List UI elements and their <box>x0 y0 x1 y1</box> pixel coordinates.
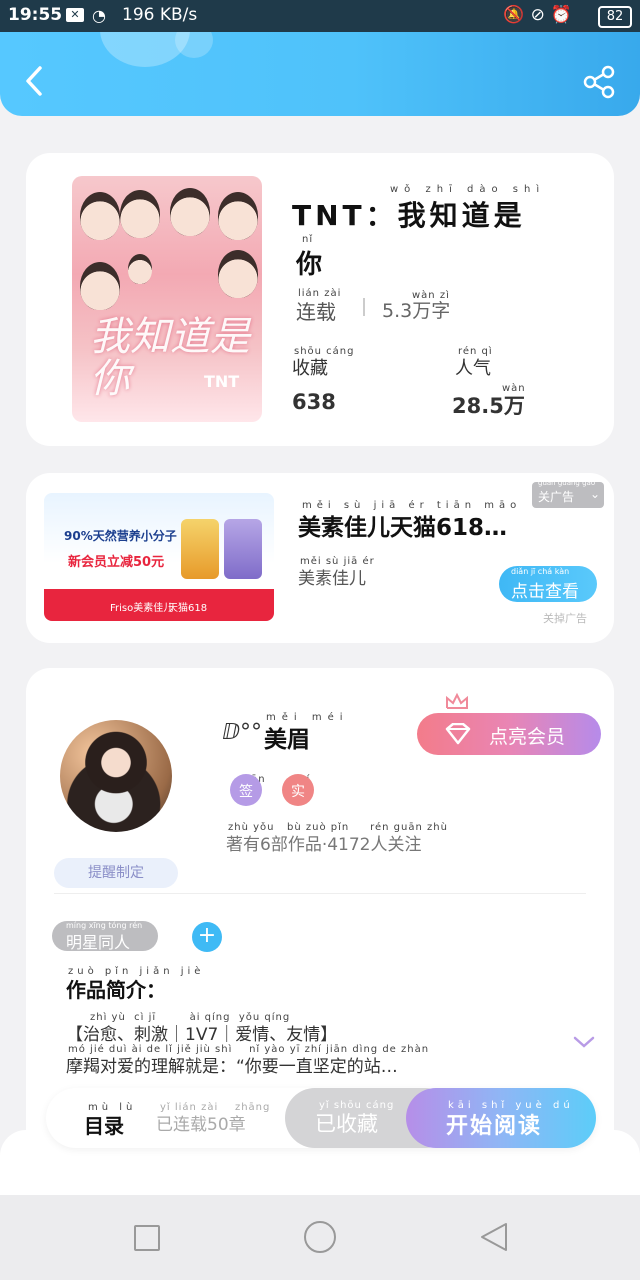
divider <box>363 298 365 316</box>
tag-chip-label: 明星同人 <box>66 933 131 952</box>
ad-view-button[interactable]: diǎn jī chá kàn 点击查看 <box>499 566 597 602</box>
ad-image-line1: 90%天然营养小分子 <box>64 529 177 543</box>
wifi-icon: ◔ <box>92 6 106 25</box>
author-stats: 著有6部作品·4172人关注 <box>226 835 422 855</box>
divider <box>54 893 586 894</box>
author-name[interactable]: 美眉 <box>264 720 310 754</box>
battery-icon: 82 <box>598 6 632 28</box>
popularity-label: 人气 <box>455 358 491 379</box>
status-bar: 19:55 ✕ ◔ 196 KB/s 🔕⊘⏰ 82 <box>0 0 640 32</box>
ad-subtitle: 美素佳儿 <box>298 569 366 589</box>
chapter-count: 已连载50章 <box>156 1115 246 1135</box>
read-label: 开始阅读 <box>446 1114 543 1139</box>
intro-line1: 【治愈、刺激｜1V7｜爱情、友情】 <box>66 1025 338 1045</box>
system-nav-bar <box>0 1195 640 1280</box>
intro-heading: 作品简介： <box>66 978 166 1002</box>
author-title-tag: 提醒制定 <box>54 858 178 888</box>
author-prefix: ⅅ°° <box>222 720 263 745</box>
close-ad-label: 关广告 <box>538 490 575 504</box>
ad-image[interactable]: 90%天然营养小分子 新会员立减50元 Friso美素佳儿 天猫618 <box>44 493 274 621</box>
signed-badge: 签 <box>230 774 262 806</box>
close-ad-pinyin: guān guǎng gào <box>538 479 596 487</box>
home-icon[interactable] <box>304 1221 336 1253</box>
collected-label: 已收藏 <box>315 1112 378 1136</box>
favorites-value: 638 <box>292 390 336 414</box>
catalog-button[interactable]: 目录 <box>84 1110 124 1139</box>
notification-icon: ✕ <box>66 8 84 22</box>
close-ad-button[interactable]: guān guǎng gào 关广告 ⌄ <box>532 479 604 508</box>
book-title: TNT：我知道是 <box>292 199 526 232</box>
book-cover[interactable]: 我知道是你 TNT <box>72 176 262 422</box>
cover-tag: TNT <box>204 372 240 391</box>
back-nav-icon[interactable] <box>478 1221 512 1253</box>
vip-button[interactable]: 点亮会员 <box>417 713 601 755</box>
add-tag-button[interactable]: + <box>192 922 222 952</box>
recents-icon[interactable] <box>134 1225 160 1251</box>
ad-footer: 关掉广告 <box>543 612 587 625</box>
favorites-label: 收藏 <box>292 358 328 379</box>
network-speed: 196 KB/s <box>122 5 198 25</box>
chevron-down-icon: ⌄ <box>590 487 601 501</box>
expand-chevron-icon[interactable] <box>572 1034 596 1050</box>
header-decoration-small <box>175 32 213 58</box>
ad-image-line2: 新会员立减50元 <box>68 555 165 570</box>
diamond-icon <box>445 723 471 745</box>
status-icons: 🔕⊘⏰ <box>503 5 578 25</box>
vip-button-label: 点亮会员 <box>489 726 566 748</box>
product-can <box>181 519 219 579</box>
product-can <box>224 519 262 579</box>
popularity-value: 28.5万 <box>452 394 525 418</box>
ad-view-pinyin: diǎn jī chá kàn <box>511 567 570 576</box>
ad-image-brand: Friso美素佳儿 <box>110 603 174 614</box>
tag-chip[interactable]: míng xīng tóng rén 明星同人 <box>52 921 158 952</box>
crown-icon <box>446 692 468 709</box>
ad-view-label: 点击查看 <box>511 582 579 602</box>
book-title-line2: 你 <box>296 250 323 280</box>
intro-line2: 摩羯对爱的理解就是：“你要一直坚定的站… <box>66 1057 398 1077</box>
start-reading-button[interactable]: kāi shǐ yuè dú 开始阅读 <box>406 1088 596 1148</box>
ad-image-tmall: 天猫618 <box>168 603 208 614</box>
status-time: 19:55 <box>8 5 63 25</box>
ad-title[interactable]: 美素佳儿天猫618… <box>298 508 507 542</box>
share-icon[interactable] <box>582 64 618 100</box>
serial-status: 连载 <box>296 300 336 324</box>
back-icon[interactable] <box>22 64 48 98</box>
top-header <box>0 32 640 116</box>
word-count: 5.3万字 <box>382 300 451 322</box>
author-avatar[interactable] <box>60 720 172 832</box>
verified-badge: 实 <box>282 774 314 806</box>
